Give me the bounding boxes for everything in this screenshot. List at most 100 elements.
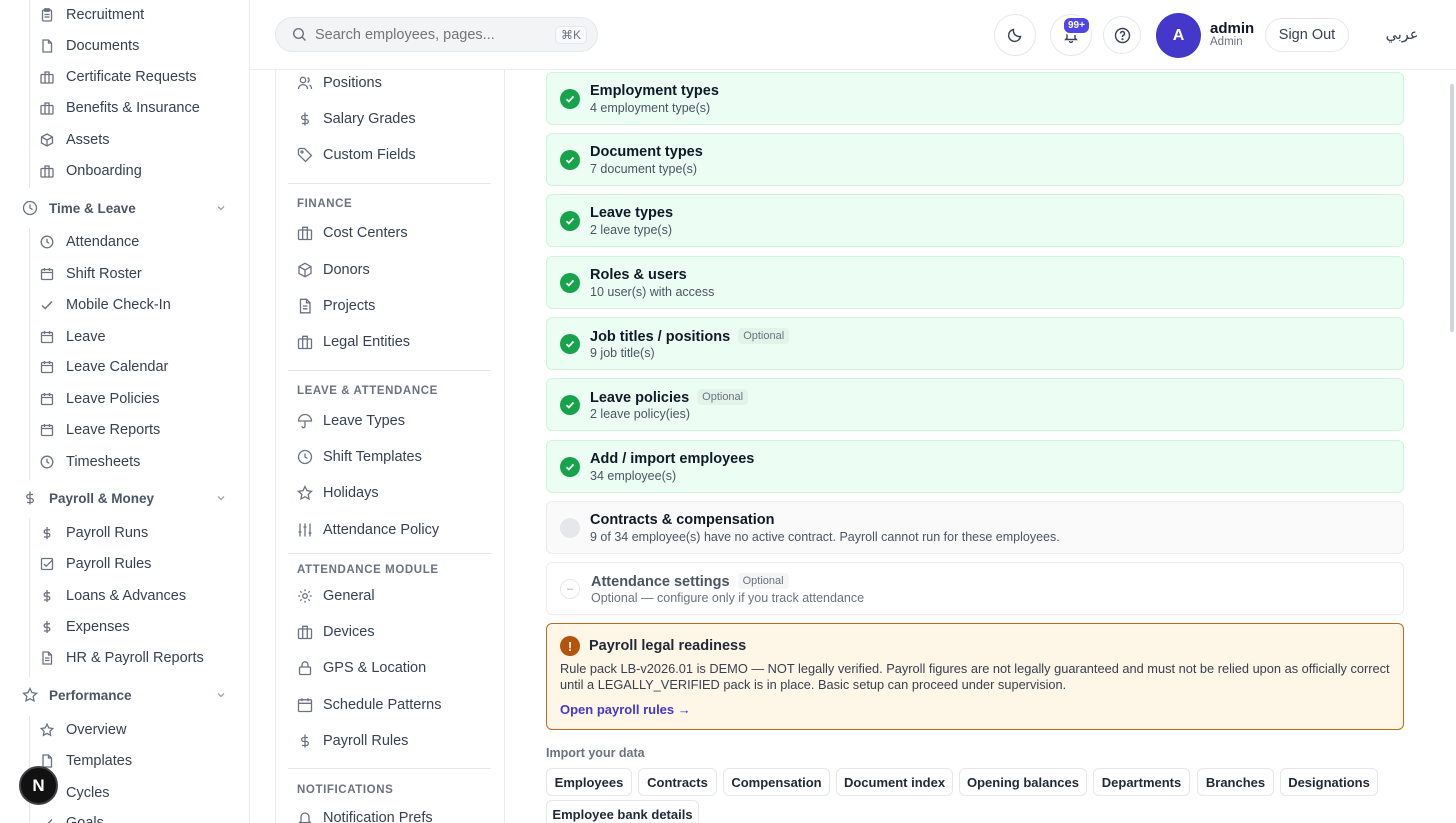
setup-step-job-titles[interactable]: Job titles / positions Optional 9 job tit…	[546, 317, 1404, 370]
sidebar-item-templates[interactable]: Templates	[40, 749, 132, 773]
setup-step-subtitle: 4 employment type(s)	[590, 101, 711, 115]
settings-nav-holidays[interactable]: Holidays	[297, 481, 379, 505]
sidebar-item-overview[interactable]: Overview	[40, 718, 126, 742]
settings-nav-label: Shift Templates	[323, 449, 422, 465]
sidebar-group-payroll[interactable]: Payroll & Money	[22, 486, 232, 510]
sidebar-item-mobile-checkin[interactable]: Mobile Check-In	[40, 293, 171, 317]
settings-nav-salary-grades[interactable]: Salary Grades	[297, 107, 416, 131]
devtools-fab-button[interactable]: N	[19, 766, 58, 805]
settings-nav-cost-centers[interactable]: Cost Centers	[297, 221, 408, 245]
sidebar-tree-line	[29, 0, 30, 188]
sidebar-item-goals[interactable]: Goals	[40, 811, 104, 823]
setup-step-leave-types[interactable]: Leave types 2 leave type(s)	[546, 194, 1404, 247]
settings-nav-schedule-patterns[interactable]: Schedule Patterns	[297, 693, 442, 717]
import-bank-details-chip[interactable]: Employee bank details	[546, 800, 699, 823]
sidebar-item-label: Leave	[66, 329, 106, 345]
settings-nav-positions[interactable]: Positions	[297, 71, 382, 95]
clock-icon	[297, 449, 313, 465]
setup-step-leave-policies[interactable]: Leave policies Optional 2 leave policy(ie…	[546, 378, 1404, 431]
check-icon	[40, 298, 54, 312]
sidebar-item-recruitment[interactable]: Recruitment	[40, 3, 144, 27]
sidebar-item-leave-reports[interactable]: Leave Reports	[40, 418, 160, 442]
import-employees-chip[interactable]: Employees	[546, 768, 632, 796]
dollar-icon	[22, 490, 38, 506]
avatar-initial: A	[1172, 26, 1185, 44]
sidebar-item-payroll-runs[interactable]: Payroll Runs	[40, 521, 148, 545]
settings-nav-devices[interactable]: Devices	[297, 620, 375, 644]
import-compensation-chip[interactable]: Compensation	[723, 768, 830, 796]
import-document-index-chip[interactable]: Document index	[836, 768, 953, 796]
import-contracts-chip[interactable]: Contracts	[638, 768, 717, 796]
clipboard-icon	[40, 8, 54, 22]
sidebar-item-expenses[interactable]: Expenses	[40, 615, 130, 639]
setup-step-document-types[interactable]: Document types 7 document type(s)	[546, 133, 1404, 186]
import-departments-chip[interactable]: Departments	[1093, 768, 1190, 796]
settings-nav-general[interactable]: General	[297, 584, 375, 608]
sign-out-button[interactable]: Sign Out	[1265, 18, 1349, 52]
setup-step-import-employees[interactable]: Add / import employees 34 employee(s)	[546, 440, 1404, 493]
setup-step-attendance-settings[interactable]: – Attendance settings Optional Optional —…	[546, 562, 1404, 615]
sidebar-item-loans[interactable]: Loans & Advances	[40, 584, 186, 608]
theme-toggle-button[interactable]	[994, 14, 1036, 56]
sidebar-item-leave[interactable]: Leave	[40, 325, 106, 349]
calendar-icon	[297, 697, 313, 713]
settings-nav-legal-entities[interactable]: Legal Entities	[297, 330, 410, 354]
sidebar-item-shift-roster[interactable]: Shift Roster	[40, 262, 142, 286]
import-designations-chip[interactable]: Designations	[1280, 768, 1378, 796]
sidebar-item-payroll-rules[interactable]: Payroll Rules	[40, 552, 151, 576]
settings-nav-label: Holidays	[323, 485, 379, 501]
user-name: admin	[1210, 20, 1255, 37]
settings-nav-projects[interactable]: Projects	[297, 294, 375, 318]
sidebar-item-benefits[interactable]: Benefits & Insurance	[40, 96, 200, 120]
check-circle-icon	[560, 89, 580, 109]
umbrella-icon	[297, 413, 313, 429]
help-button[interactable]	[1103, 16, 1141, 54]
sidebar-item-timesheets[interactable]: Timesheets	[40, 450, 140, 474]
setup-step-employment-types[interactable]: Employment types 4 employment type(s)	[546, 72, 1404, 125]
import-branches-chip[interactable]: Branches	[1197, 768, 1274, 796]
sidebar-item-label: Payroll Rules	[66, 556, 152, 572]
optional-tag: Optional	[737, 573, 789, 589]
sidebar-item-certificate-requests[interactable]: Certificate Requests	[40, 65, 197, 89]
settings-nav-shift-templates[interactable]: Shift Templates	[297, 445, 422, 469]
sidebar-item-leave-calendar[interactable]: Leave Calendar	[40, 355, 168, 379]
sidebar-item-attendance[interactable]: Attendance	[40, 230, 139, 254]
lock-icon	[297, 660, 313, 676]
open-payroll-rules-link[interactable]: Open payroll rules →	[560, 702, 691, 717]
sidebar-group-performance[interactable]: Performance	[22, 683, 232, 707]
help-icon	[1114, 27, 1131, 44]
clock-icon	[40, 455, 54, 469]
setup-step-subtitle: 2 leave policy(ies)	[590, 407, 691, 421]
settings-nav-donors[interactable]: Donors	[297, 258, 370, 282]
checkbox-icon	[40, 557, 54, 571]
settings-nav-payroll-rules[interactable]: Payroll Rules	[297, 729, 408, 753]
sidebar-item-onboarding[interactable]: Onboarding	[40, 159, 142, 183]
empty-circle-icon	[560, 518, 580, 538]
setup-step-contracts[interactable]: Contracts & compensation 9 of 34 employe…	[546, 501, 1404, 554]
search-input[interactable]	[315, 26, 545, 43]
settings-nav-gps-location[interactable]: GPS & Location	[297, 656, 426, 680]
sidebar-item-leave-policies[interactable]: Leave Policies	[40, 387, 160, 411]
settings-nav-section-leave: LEAVE & ATTENDANCE	[297, 385, 438, 397]
language-toggle-button[interactable]: عربي	[1360, 18, 1444, 52]
setup-step-subtitle: Optional — configure only if you track a…	[591, 591, 865, 605]
setup-step-title: Leave policies	[590, 390, 690, 406]
settings-nav-leave-types[interactable]: Leave Types	[297, 409, 405, 433]
settings-nav-attendance-policy[interactable]: Attendance Policy	[297, 518, 439, 542]
avatar[interactable]: A	[1156, 13, 1201, 58]
search-box[interactable]: ⌘K	[275, 17, 598, 52]
settings-nav-custom-fields[interactable]: Custom Fields	[297, 143, 416, 167]
setup-step-title: Leave types	[590, 205, 674, 221]
sidebar-group-label: Payroll & Money	[49, 490, 155, 506]
import-opening-balances-chip[interactable]: Opening balances	[959, 768, 1087, 796]
setup-step-roles-users[interactable]: Roles & users 10 user(s) with access	[546, 256, 1404, 309]
optional-tag: Optional	[738, 328, 790, 344]
sidebar-item-hr-payroll-reports[interactable]: HR & Payroll Reports	[40, 646, 204, 670]
sidebar-item-documents[interactable]: Documents	[40, 34, 139, 58]
setup-step-title: Employment types	[590, 83, 719, 99]
settings-nav-notification-prefs[interactable]: Notification Prefs	[297, 806, 433, 823]
sidebar-item-assets[interactable]: Assets	[40, 128, 110, 152]
settings-nav-label: Leave Types	[323, 413, 405, 429]
scrollbar-thumb[interactable]	[1450, 84, 1454, 332]
sidebar-group-time-leave[interactable]: Time & Leave	[22, 196, 232, 220]
